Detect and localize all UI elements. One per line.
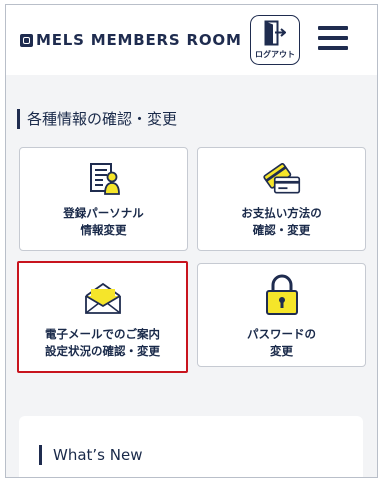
tile-email-settings[interactable]: 電子メールでのご案内 設定状況の確認・変更 [17, 261, 188, 373]
logo-mark-icon [20, 33, 33, 47]
tile-personal-info[interactable]: 登録パーソナル 情報変更 [19, 147, 188, 251]
tile-password-change[interactable]: パスワードの 変更 [197, 263, 366, 367]
logo-text: MELS MEMBERS ROOM [36, 31, 242, 49]
menu-bar-icon [318, 46, 348, 50]
payment-card-icon [262, 160, 302, 200]
padlock-icon [262, 274, 302, 315]
logout-label: ログアウト [255, 50, 295, 59]
header-bar: MELS MEMBERS ROOM ログアウト [6, 5, 377, 75]
section-title: 各種情報の確認・変更 [17, 109, 177, 129]
whats-new-title: What’s New [39, 445, 142, 465]
tile-label: 登録パーソナル 情報変更 [63, 206, 144, 237]
tile-payment-method[interactable]: お支払い方法の 確認・変更 [197, 147, 366, 251]
site-logo[interactable]: MELS MEMBERS ROOM [20, 31, 242, 49]
tile-label: 電子メールでのご案内 設定状況の確認・変更 [45, 327, 160, 358]
envelope-icon [83, 279, 123, 319]
tile-label: お支払い方法の 確認・変更 [241, 206, 322, 237]
tile-label: パスワードの 変更 [247, 327, 316, 358]
app-frame: MELS MEMBERS ROOM ログアウト 各種情報の確認・変更 登録パーソ… [5, 4, 378, 478]
whats-new-panel: What’s New [19, 416, 363, 477]
menu-bar-icon [318, 36, 348, 40]
logout-door-icon [264, 20, 286, 46]
logout-button[interactable]: ログアウト [250, 15, 300, 65]
hamburger-menu-button[interactable] [316, 23, 350, 53]
personal-info-icon [84, 160, 124, 200]
menu-bar-icon [318, 26, 348, 30]
